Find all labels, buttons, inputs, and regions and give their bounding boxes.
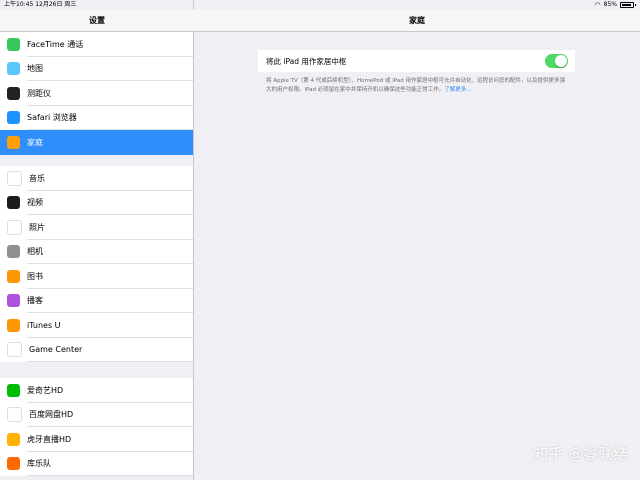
row-separator bbox=[27, 361, 193, 362]
settings-group-thirdparty: 爱奇艺HD 百度网盘HD 虎牙直播HD 库乐队 bbox=[0, 378, 193, 476]
settings-sidebar: 设置 FaceTime 通话 地图测距仪 Safari 浏览器 家庭 音乐视频照片相机… bbox=[0, 0, 194, 480]
home-hub-label: 将此 iPad 用作家居中枢 bbox=[266, 56, 347, 66]
game-center-icon bbox=[7, 342, 22, 358]
battery-icon bbox=[620, 2, 636, 8]
sidebar-item-label: 视频 bbox=[27, 198, 43, 208]
sidebar-item-garageband[interactable]: 库乐队 bbox=[0, 452, 193, 476]
status-bar: 上午10:45 12月26日 周三 ◠ 85% bbox=[0, 0, 640, 10]
settings-group-media: 音乐视频照片相机图书播客 iTunes U Game Center bbox=[0, 166, 193, 362]
toggle-knob bbox=[555, 55, 567, 67]
sidebar-item-label: 百度网盘HD bbox=[29, 410, 74, 420]
sidebar-item-huya[interactable]: 虎牙直播HD bbox=[0, 427, 193, 452]
sidebar-item-camera[interactable]: 相机 bbox=[0, 240, 193, 264]
sidebar-item-label: 家庭 bbox=[27, 137, 43, 147]
sidebar-item-label: 爱奇艺HD bbox=[27, 385, 64, 395]
sidebar-item-label: iTunes U bbox=[27, 320, 61, 330]
sidebar-item-label: 相机 bbox=[27, 247, 43, 257]
sidebar-item-game-center[interactable]: Game Center bbox=[0, 338, 193, 362]
safari-icon bbox=[7, 111, 20, 125]
row-separator bbox=[27, 475, 193, 476]
sidebar-item-photos[interactable]: 照片 bbox=[0, 215, 193, 240]
sidebar-item-baidu-netdisk[interactable]: 百度网盘HD bbox=[0, 403, 193, 427]
books-icon bbox=[7, 269, 20, 283]
baidu-netdisk-icon bbox=[7, 407, 22, 423]
learn-more-link[interactable]: 了解更多… bbox=[444, 87, 472, 93]
sidebar-item-measure[interactable]: 测距仪 bbox=[0, 81, 193, 106]
sidebar-item-video[interactable]: 视频 bbox=[0, 191, 193, 215]
maps-icon bbox=[7, 62, 20, 76]
sidebar-item-label: 照片 bbox=[29, 222, 45, 232]
sidebar-item-podcasts[interactable]: 播客 bbox=[0, 289, 193, 313]
camera-icon bbox=[7, 245, 20, 259]
iqiyi-icon bbox=[7, 383, 20, 397]
status-time-date: 上午10:45 12月26日 周三 bbox=[4, 0, 76, 10]
sidebar-item-home[interactable]: 家庭 bbox=[0, 130, 193, 155]
status-date: 12月26日 周三 bbox=[35, 1, 77, 8]
garageband-icon bbox=[7, 457, 20, 471]
description-text: 将 Apple TV（第 4 代或后续机型）、HomePod 或 iPad 用作… bbox=[266, 78, 565, 93]
sidebar-item-label: 虎牙直播HD bbox=[27, 434, 72, 444]
photos-icon bbox=[7, 219, 22, 235]
podcasts-icon bbox=[7, 294, 20, 308]
page-title: 家庭 bbox=[194, 10, 640, 32]
sidebar-item-books[interactable]: 图书 bbox=[0, 264, 193, 289]
measure-icon bbox=[7, 86, 20, 100]
home-hub-description: 将 Apple TV（第 4 代或后续机型）、HomePod 或 iPad 用作… bbox=[266, 77, 570, 95]
sidebar-item-label: 地图 bbox=[27, 64, 43, 74]
itunes-u-icon bbox=[7, 318, 20, 332]
sidebar-item-label: FaceTime 通话 bbox=[27, 39, 84, 49]
sidebar-item-iqiyi[interactable]: 爱奇艺HD bbox=[0, 378, 193, 403]
settings-group-apple: FaceTime 通话 地图测距仪 Safari 浏览器 家庭 bbox=[0, 32, 193, 155]
sidebar-item-maps[interactable]: 地图 bbox=[0, 57, 193, 81]
sidebar-item-label: Safari 浏览器 bbox=[27, 113, 77, 123]
huya-icon bbox=[7, 432, 20, 446]
status-right: ◠ 85% bbox=[594, 0, 636, 10]
sidebar-item-label: Game Center bbox=[29, 345, 83, 355]
sidebar-item-facetime[interactable]: FaceTime 通话 bbox=[0, 32, 193, 57]
facetime-icon bbox=[7, 37, 20, 51]
wifi-icon: ◠ bbox=[594, 1, 601, 9]
sidebar-item-label: 库乐队 bbox=[27, 459, 51, 469]
sidebar-item-music[interactable]: 音乐 bbox=[0, 166, 193, 191]
sidebar-item-label: 图书 bbox=[27, 271, 43, 281]
sidebar-item-safari[interactable]: Safari 浏览器 bbox=[0, 106, 193, 130]
sidebar-title: 设置 bbox=[0, 10, 194, 32]
status-time: 上午10:45 bbox=[4, 1, 34, 8]
sidebar-item-label: 播客 bbox=[27, 296, 43, 306]
sidebar-item-label: 测距仪 bbox=[27, 88, 51, 98]
watermark: 知乎 @睿联结 bbox=[533, 445, 628, 463]
sidebar-item-label: 音乐 bbox=[29, 173, 45, 183]
battery-percent: 85% bbox=[603, 1, 617, 8]
home-icon bbox=[7, 135, 20, 149]
sidebar-item-itunes-u[interactable]: iTunes U bbox=[0, 313, 193, 338]
music-icon bbox=[7, 170, 22, 186]
video-icon bbox=[7, 196, 20, 210]
home-hub-toggle[interactable] bbox=[545, 54, 568, 68]
home-hub-setting: 将此 iPad 用作家居中枢 bbox=[258, 50, 575, 72]
